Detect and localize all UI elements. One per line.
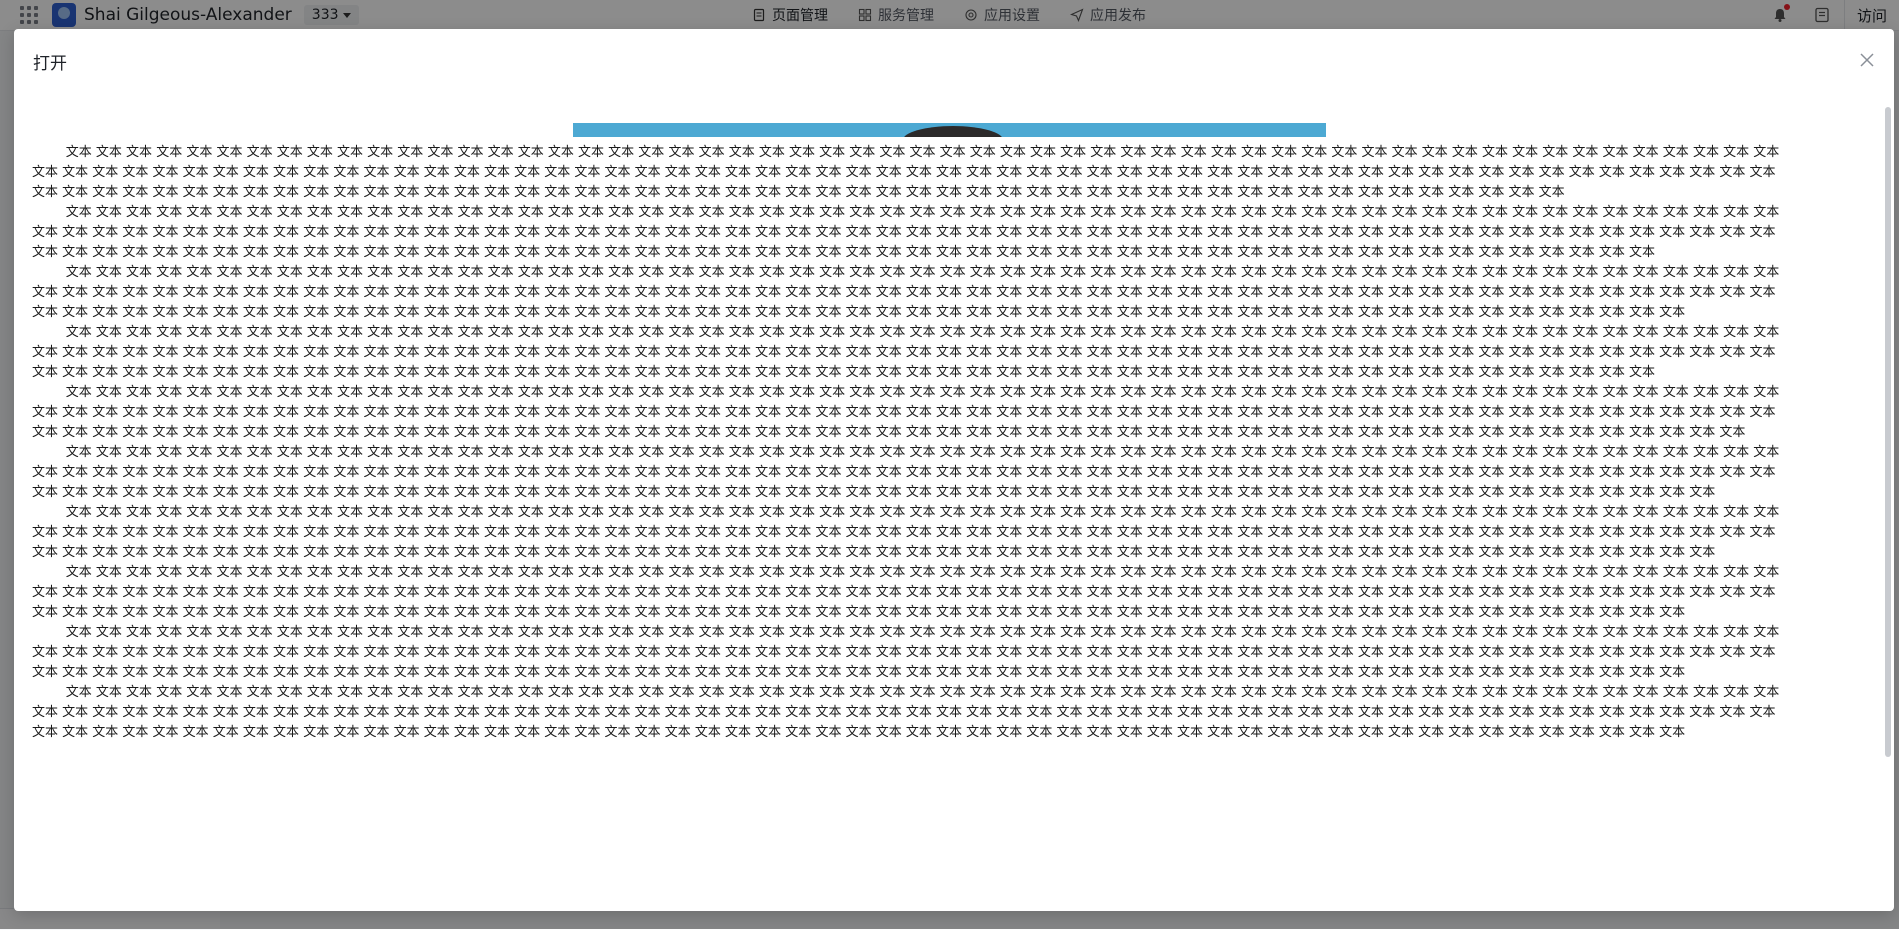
paragraph: 文本 文本 文本 文本 文本 文本 文本 文本 文本 文本 文本 文本 文本 文… — [32, 505, 1780, 560]
open-dialog: 打开 文本 文本 文本 文本 文本 文本 文本 文本 文本 文本 文本 文本 文… — [14, 29, 1894, 911]
paragraph: 文本 文本 文本 文本 文本 文本 文本 文本 文本 文本 文本 文本 文本 文… — [32, 325, 1780, 380]
vertical-scrollbar[interactable] — [1884, 99, 1892, 907]
scrollbar-thumb[interactable] — [1885, 107, 1891, 757]
paragraph: 文本 文本 文本 文本 文本 文本 文本 文本 文本 文本 文本 文本 文本 文… — [32, 445, 1780, 500]
paragraph: 文本 文本 文本 文本 文本 文本 文本 文本 文本 文本 文本 文本 文本 文… — [32, 145, 1780, 200]
paragraph: 文本 文本 文本 文本 文本 文本 文本 文本 文本 文本 文本 文本 文本 文… — [32, 385, 1780, 440]
close-icon[interactable] — [1858, 51, 1876, 69]
image-person — [903, 126, 1003, 137]
document-text: 文本 文本 文本 文本 文本 文本 文本 文本 文本 文本 文本 文本 文本 文… — [32, 143, 1788, 743]
paragraph: 文本 文本 文本 文本 文本 文本 文本 文本 文本 文本 文本 文本 文本 文… — [32, 565, 1780, 620]
paragraph: 文本 文本 文本 文本 文本 文本 文本 文本 文本 文本 文本 文本 文本 文… — [32, 265, 1780, 320]
paragraph: 文本 文本 文本 文本 文本 文本 文本 文本 文本 文本 文本 文本 文本 文… — [32, 685, 1780, 740]
dialog-body: 文本 文本 文本 文本 文本 文本 文本 文本 文本 文本 文本 文本 文本 文… — [14, 91, 1894, 911]
dialog-header: 打开 — [14, 29, 1894, 91]
content-image — [573, 123, 1326, 137]
paragraph: 文本 文本 文本 文本 文本 文本 文本 文本 文本 文本 文本 文本 文本 文… — [32, 205, 1780, 260]
paragraph: 文本 文本 文本 文本 文本 文本 文本 文本 文本 文本 文本 文本 文本 文… — [32, 625, 1780, 680]
dialog-title: 打开 — [33, 54, 67, 74]
